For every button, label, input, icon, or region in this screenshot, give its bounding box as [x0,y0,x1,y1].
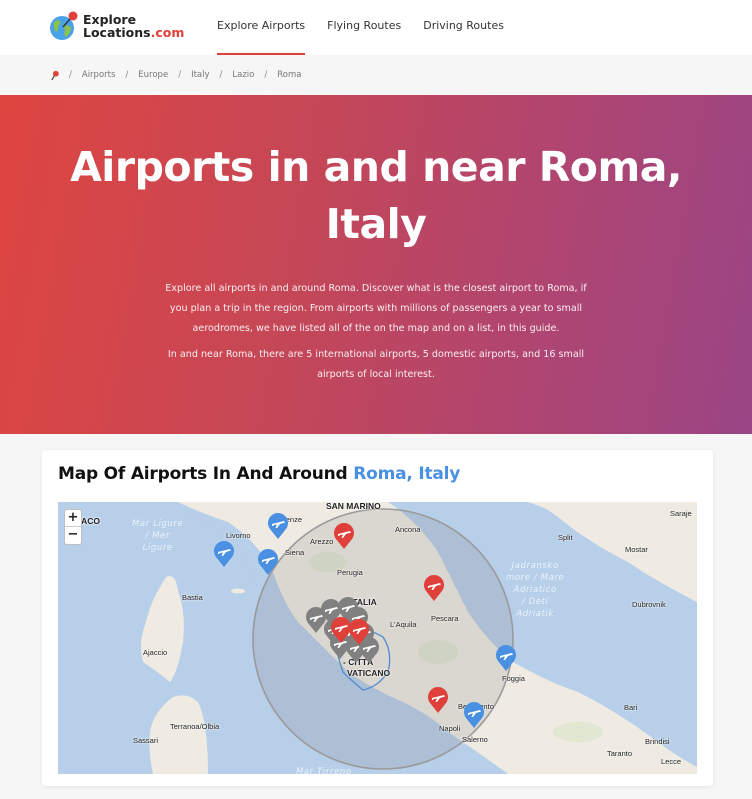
breadcrumb-europe[interactable]: Europe [138,70,168,80]
map-label-bastia: Bastia [182,593,203,602]
map-label-ancona: Ancona [395,525,421,534]
map-label-foggia: Foggia [502,674,525,683]
sea-label-tirreno: Mar Tirreno [296,767,352,774]
map-label-vaticano: VATICANO [347,668,391,678]
site-header: Explore Locations.com Explore Airports F… [0,0,752,55]
sea-label-line: more / Mare [506,573,565,583]
map-title-highlight: Roma, Italy [353,464,461,484]
airport-marker-international[interactable] [348,618,370,646]
airport-marker-international[interactable] [427,686,449,714]
airport-marker-domestic[interactable] [463,701,485,729]
map-label-lecce: Lecce [661,757,682,766]
sea-label-line: / Deti [521,597,549,607]
map-card: Map Of Airports In And Around Roma, Ital… [42,450,713,786]
map-label-salerno: Salerno [462,735,488,744]
logo-line-2: Locations [83,25,151,40]
map-label-sassari: Sassari [133,736,159,745]
map-title-prefix: Map Of Airports In And Around [58,464,348,484]
sea-label-adriatico: Jadransko more / Mare Adriatico / Deti A… [506,560,564,620]
airport-map[interactable]: Mar Ligure / Mer Ligure Jadransko more /… [58,502,697,774]
sea-label-ligure: Mar Ligure / Mer Ligure [132,518,183,554]
map-label-dubrovnik: Dubrovnik [632,600,666,609]
airport-marker-international[interactable] [333,522,355,550]
airport-marker-international[interactable] [423,574,445,602]
breadcrumb-separator: / [219,70,223,80]
map-label-napoli: Napoli [439,724,461,733]
airport-marker-domestic[interactable] [495,644,517,672]
logo-suffix: .com [150,25,185,40]
pushpin-icon[interactable] [50,70,59,81]
map-label-split: Split [558,533,573,542]
map-label-ajaccio: Ajaccio [143,648,168,657]
sea-label-line: Ligure [142,543,173,553]
map-label-brindisi: Brindisi [645,737,670,746]
sea-label-line: / Mer [145,531,170,541]
breadcrumb-separator: / [178,70,182,80]
map-label-laquila: L'Aquila [390,620,417,629]
airport-marker-domestic[interactable] [267,512,289,540]
zoom-in-button[interactable]: + [65,510,81,527]
map-label-perugia: Perugia [337,568,363,577]
sea-label-line: Adriatico [513,585,557,595]
map-label-arezzo: Arezzo [310,537,334,546]
breadcrumb-separator: / [69,70,72,80]
breadcrumb-lazio[interactable]: Lazio [232,70,254,80]
sea-label-line: Jadransko [511,561,559,571]
breadcrumb: / Airports / Europe / Italy / Lazio / Ro… [0,55,752,95]
map-section-title: Map Of Airports In And Around Roma, Ital… [58,464,460,484]
airport-marker-domestic[interactable] [213,540,235,568]
hero-banner: Airports in and near Roma, Italy Explore… [0,95,752,434]
nav-explore-airports[interactable]: Explore Airports [217,0,306,55]
breadcrumb-roma: Roma [277,70,302,80]
map-zoom-control: + − [64,509,82,545]
breadcrumb-separator: / [125,70,129,80]
nav-flying-routes[interactable]: Flying Routes [327,0,401,55]
nav-driving-routes[interactable]: Driving Routes [423,0,504,55]
hero-description: Explore all airports in and around Roma.… [165,283,587,334]
sea-label-line: Mar Ligure [132,519,184,529]
breadcrumb-italy[interactable]: Italy [191,70,209,80]
globe-pin-icon [50,11,78,40]
hero-summary: In and near Roma, there are 5 internatio… [167,349,585,380]
map-label-terranova: Terranoa/Olbia [170,722,220,731]
zoom-out-button[interactable]: − [65,527,81,544]
map-label-pescara: Pescara [431,614,459,623]
map-label-san-marino: SAN MARINO [326,502,381,511]
page-title: Airports in and near Roma, Italy [70,143,682,248]
map-label-mostar: Mostar [625,545,648,554]
site-logo[interactable]: Explore Locations.com [48,10,184,42]
map-label-livorno: Livorno [226,531,251,540]
logo-text: Explore Locations.com [83,13,184,39]
map-label-siena: Siena [285,548,305,557]
main-nav: Explore Airports Flying Routes Driving R… [217,0,526,55]
breadcrumb-separator: / [264,70,268,80]
map-label-bari: Bari [624,703,638,712]
breadcrumb-airports[interactable]: Airports [82,70,116,80]
map-label-taranto: Taranto [607,749,633,758]
map-label-sarajevo: Saraje [670,509,692,518]
sea-label-line: Adriatik [516,609,555,619]
airport-marker-domestic[interactable] [257,548,279,576]
